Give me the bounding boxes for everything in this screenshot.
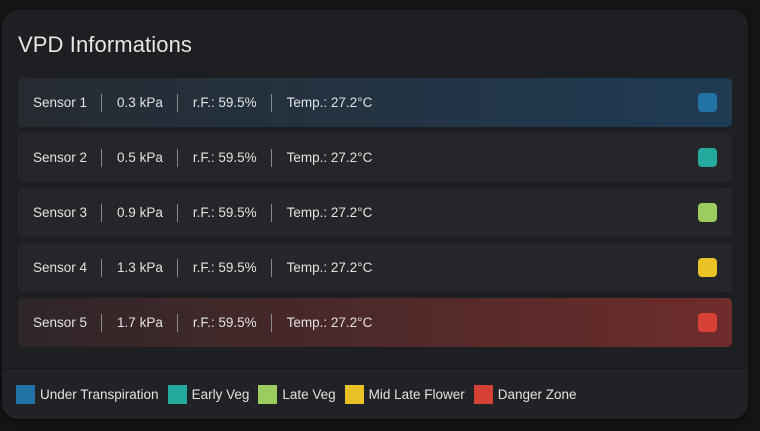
status-color-swatch: [698, 93, 717, 112]
sensor-row-3[interactable]: Sensor 3 0.9 kPa r.F.: 59.5% Temp.: 27.2…: [18, 188, 732, 237]
legend-label: Mid Late Flower: [368, 386, 465, 402]
legend-item-early-veg: Early Veg: [167, 384, 250, 404]
sensor-temperature: Temp.: 27.2°C: [286, 149, 373, 165]
status-color-swatch: [698, 148, 717, 167]
sensor-name: Sensor 4: [18, 258, 103, 277]
legend-label: Danger Zone: [497, 386, 577, 402]
legend-color-box: [473, 384, 493, 404]
sensor-temperature: Temp.: 27.2°C: [286, 314, 373, 330]
vpd-card: VPD Informations Sensor 1 0.3 kPa r.F.: …: [2, 10, 748, 419]
sensor-name: Sensor 2: [18, 148, 103, 167]
legend-item-late-veg: Late Veg: [258, 384, 336, 404]
legend-color-box: [258, 384, 278, 404]
sensor-row-4[interactable]: Sensor 4 1.3 kPa r.F.: 59.5% Temp.: 27.2…: [18, 243, 732, 292]
sensor-vpd: 1.7 kPa: [102, 313, 178, 332]
legend-item-danger-zone: Danger Zone: [473, 384, 577, 404]
legend-color-box: [16, 384, 35, 404]
status-color-swatch: [698, 258, 717, 277]
legend: Under Transpiration Early Veg Late Veg M…: [2, 368, 748, 419]
sensor-row-2[interactable]: Sensor 2 0.5 kPa r.F.: 59.5% Temp.: 27.2…: [18, 133, 732, 182]
legend-color-box: [167, 384, 187, 404]
legend-label: Early Veg: [191, 386, 250, 402]
legend-item-mid-late-flower: Mid Late Flower: [344, 384, 465, 404]
sensor-temperature: Temp.: 27.2°C: [286, 94, 373, 110]
legend-label: Late Veg: [282, 386, 336, 402]
sensor-vpd: 0.9 kPa: [102, 203, 178, 222]
sensor-name: Sensor 5: [18, 313, 103, 332]
sensor-row-5[interactable]: Sensor 5 1.7 kPa r.F.: 59.5% Temp.: 27.2…: [18, 298, 732, 347]
sensor-name: Sensor 1: [18, 93, 103, 112]
sensor-humidity: r.F.: 59.5%: [178, 148, 272, 167]
legend-item-under-transpiration: Under Transpiration: [16, 384, 159, 404]
sensor-humidity: r.F.: 59.5%: [178, 203, 272, 222]
sensor-humidity: r.F.: 59.5%: [178, 313, 272, 332]
sensor-humidity: r.F.: 59.5%: [178, 93, 272, 112]
sensor-humidity: r.F.: 59.5%: [178, 258, 272, 277]
status-color-swatch: [698, 313, 717, 332]
card-title: VPD Informations: [18, 32, 193, 57]
sensor-temperature: Temp.: 27.2°C: [286, 204, 373, 220]
sensor-row-1[interactable]: Sensor 1 0.3 kPa r.F.: 59.5% Temp.: 27.2…: [18, 78, 732, 127]
legend-color-box: [344, 384, 364, 404]
sensor-vpd: 0.5 kPa: [102, 148, 178, 167]
status-color-swatch: [698, 203, 717, 222]
sensor-vpd: 0.3 kPa: [102, 93, 178, 112]
legend-label: Under Transpiration: [40, 386, 159, 402]
sensor-temperature: Temp.: 27.2°C: [286, 259, 373, 275]
sensor-name: Sensor 3: [18, 203, 103, 222]
sensor-list: Sensor 1 0.3 kPa r.F.: 59.5% Temp.: 27.2…: [18, 78, 732, 353]
sensor-vpd: 1.3 kPa: [102, 258, 178, 277]
